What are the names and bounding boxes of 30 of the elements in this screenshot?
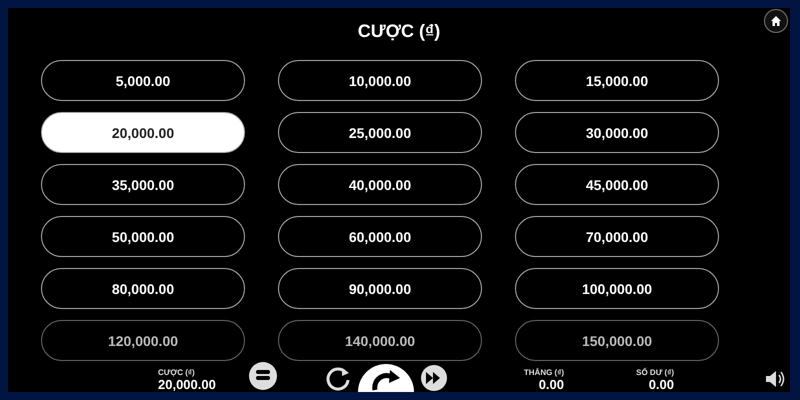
- bet-option[interactable]: 120,000.00: [41, 320, 245, 361]
- bet-option[interactable]: 70,000.00: [515, 216, 719, 257]
- bet-option[interactable]: 100,000.00: [515, 268, 719, 309]
- balance-amount: 0.00: [648, 377, 674, 392]
- fast-forward-icon[interactable]: [420, 364, 448, 392]
- bet-option[interactable]: 90,000.00: [278, 268, 482, 309]
- bet-option[interactable]: 80,000.00: [41, 268, 245, 309]
- home-button[interactable]: [764, 9, 788, 33]
- bet-option[interactable]: 25,000.00: [278, 112, 482, 153]
- home-icon: [770, 15, 782, 27]
- spin-button[interactable]: [358, 362, 414, 392]
- win-amount: 0.00: [538, 377, 564, 392]
- panel-title: CƯỢC (₫): [358, 21, 440, 41]
- bet-option[interactable]: 5,000.00: [41, 60, 245, 101]
- bet-option[interactable]: 150,000.00: [515, 320, 719, 361]
- bet-option[interactable]: 60,000.00: [278, 216, 482, 257]
- bet-option[interactable]: 40,000.00: [278, 164, 482, 205]
- bet-option[interactable]: 15,000.00: [515, 60, 719, 101]
- speaker-icon[interactable]: [764, 369, 786, 389]
- bet-option[interactable]: 45,000.00: [515, 164, 719, 205]
- balance-label: SỐ DƯ (₫): [636, 368, 674, 377]
- bet-option[interactable]: 20,000.00: [41, 112, 245, 153]
- bet-option[interactable]: 30,000.00: [515, 112, 719, 153]
- bet-amount: 20,000.00: [158, 377, 216, 392]
- bet-option[interactable]: 35,000.00: [41, 164, 245, 205]
- bet-option[interactable]: 140,000.00: [278, 320, 482, 361]
- bet-option[interactable]: 10,000.00: [278, 60, 482, 101]
- bet-label: CƯỢC (₫): [158, 368, 195, 377]
- win-label: THẮNG (₫): [524, 368, 564, 377]
- bet-option[interactable]: 50,000.00: [41, 216, 245, 257]
